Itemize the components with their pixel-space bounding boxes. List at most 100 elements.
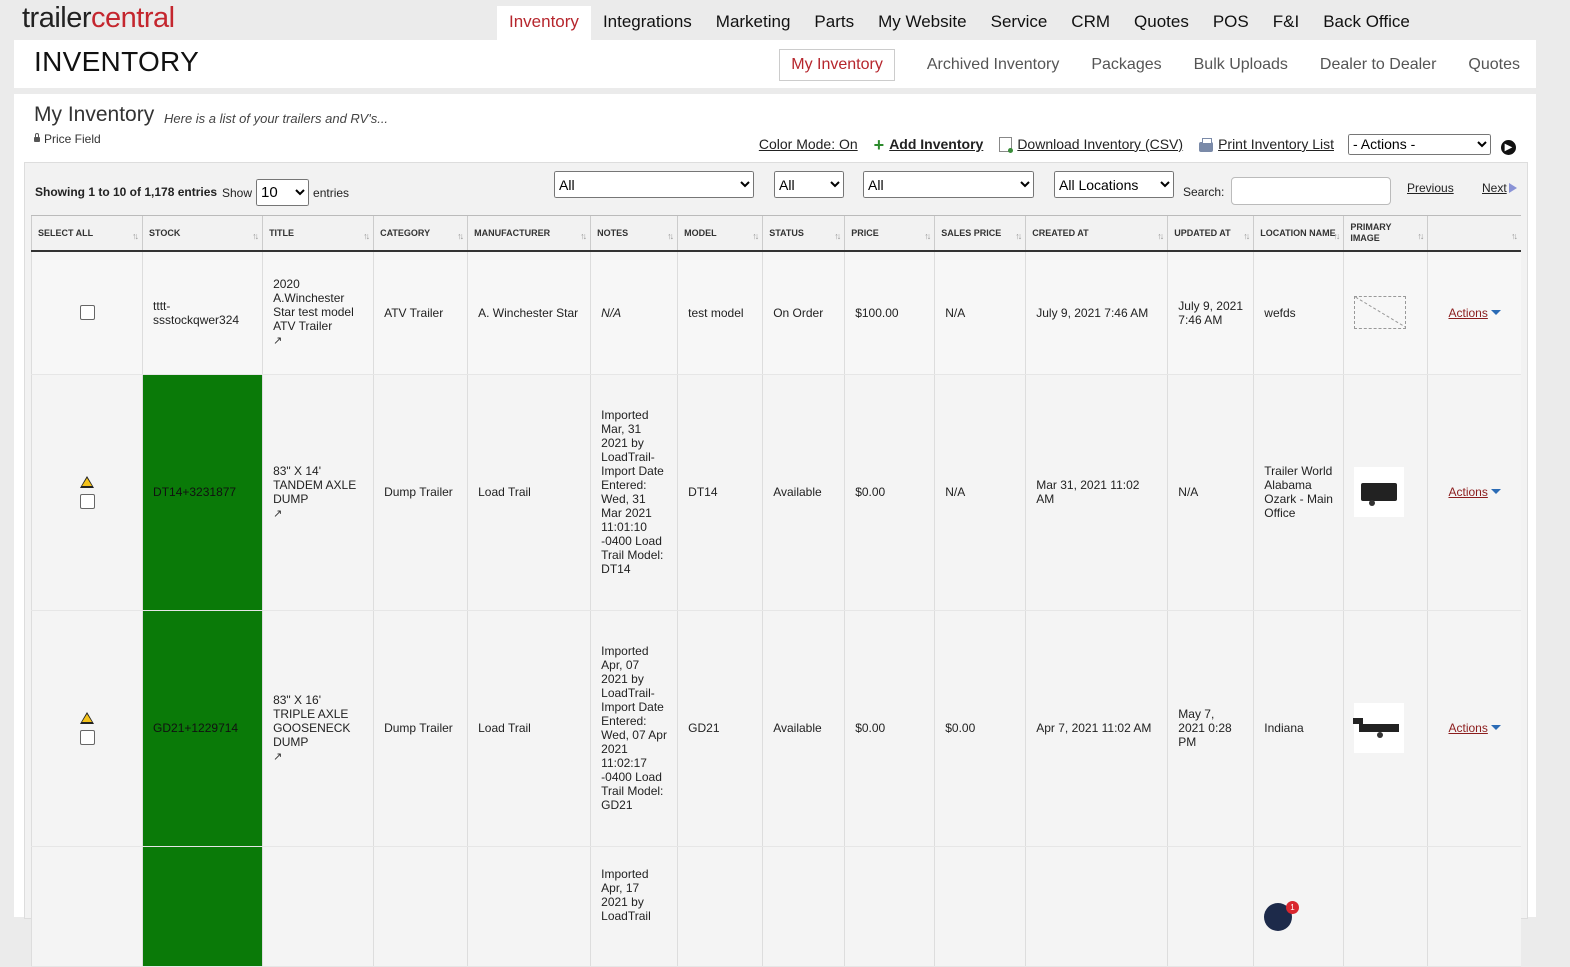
sub-nav-my-inventory[interactable]: My Inventory	[779, 49, 895, 81]
sort-icon: ↑↓	[667, 231, 674, 241]
column-header[interactable]: Location Name ↑↓	[1253, 215, 1344, 252]
row-actions-dropdown[interactable]: Actions	[1448, 721, 1501, 735]
previous-page-link[interactable]: Previous	[1407, 181, 1454, 195]
price-cell: $0.00	[844, 610, 935, 847]
updated-at-text: July 9, 2021 7:46 AM	[1178, 298, 1243, 327]
external-link-icon[interactable]: ↗	[273, 508, 282, 520]
column-header[interactable]: Sales Price ↑↓	[934, 215, 1026, 252]
table-row: tttt-ssstockqwer324 2020 A.Winchester Sta…	[30, 251, 1521, 375]
status-text: On Order	[773, 305, 824, 320]
column-header[interactable]: Title ↑↓	[262, 215, 374, 252]
inventory-table: Select All ↑↓ Stock ↑↓ Title ↑↓ Category ↑↓ Manu…	[30, 215, 1521, 967]
column-header[interactable]: Notes ↑↓	[590, 215, 678, 252]
add-inventory-button[interactable]: + Add Inventory	[873, 135, 984, 156]
select-cell	[30, 610, 143, 847]
dump-trailer-image	[1361, 483, 1398, 506]
main-nav-parts[interactable]: Parts	[802, 6, 866, 40]
sub-nav-dealer-to-dealer[interactable]: Dealer to Dealer	[1320, 50, 1437, 80]
manufacturer-cell: Load Trail	[467, 610, 591, 847]
next-arrow-icon	[1508, 183, 1517, 193]
add-inventory-label: Add Inventory	[889, 135, 984, 152]
main-nav-my-website[interactable]: My Website	[866, 6, 979, 40]
brand-logo[interactable]: trailercentral	[22, 2, 175, 35]
updated-at-cell: May 7, 2021 0:28 PM	[1167, 610, 1254, 847]
main-nav-f-i[interactable]: F&I	[1261, 6, 1311, 40]
manufacturer-cell	[467, 846, 591, 967]
created-at-text: Apr 7, 2021 11:02 AM	[1036, 721, 1152, 735]
search-input[interactable]	[1231, 177, 1391, 205]
filter-select-1[interactable]: All	[554, 171, 754, 198]
inventory-toolbar: Color Mode: On + Add Inventory Download I…	[743, 132, 1516, 156]
external-link-icon[interactable]: ↗	[273, 335, 282, 347]
main-nav-pos[interactable]: POS	[1201, 6, 1261, 40]
sub-nav-archived-inventory[interactable]: Archived Inventory	[927, 50, 1060, 80]
stock-number: GD21+1229714	[153, 721, 239, 735]
chat-widget[interactable]: 1	[1264, 901, 1299, 931]
price-text: $0.00	[855, 485, 886, 499]
color-mode-toggle[interactable]: Color Mode: On	[759, 136, 858, 152]
panel-title: My Inventory	[34, 103, 155, 126]
notes-cell: Imported Apr, 07 2021 by LoadTrail-Impor…	[590, 610, 678, 847]
sales-price-cell	[934, 846, 1026, 967]
sort-icon: ↑↓	[1417, 231, 1424, 241]
column-header[interactable]: Price ↑↓	[844, 215, 935, 252]
main-nav-service[interactable]: Service	[979, 6, 1060, 40]
title-cell: 83" X 16' TRIPLE AXLE GOOSENECK DUMP ↗	[262, 610, 374, 847]
inventory-table-wrapper: Showing 1 to 10 of 1,178 entries Show 10…	[24, 162, 1528, 967]
location-filter-select[interactable]: All Locations	[1054, 171, 1174, 198]
print-list-link[interactable]: Print Inventory List	[1199, 136, 1334, 153]
column-header[interactable]: Created At ↑↓	[1025, 215, 1168, 252]
column-header[interactable]: Manufacturer ↑↓	[467, 215, 591, 252]
column-header-label: Manufacturer	[474, 227, 551, 238]
main-nav-quotes[interactable]: Quotes	[1122, 6, 1201, 40]
updated-at-cell	[1167, 846, 1254, 967]
row-actions-dropdown[interactable]: Actions	[1448, 485, 1501, 499]
plus-icon: +	[873, 135, 885, 156]
main-nav: Inventory Integrations Marketing Parts My We…	[497, 6, 1422, 40]
gooseneck-trailer-image	[1353, 718, 1400, 738]
column-header-label: Updated At	[1174, 227, 1231, 238]
chevron-down-icon	[1490, 309, 1501, 315]
select-cell	[30, 374, 143, 611]
bulk-actions-select[interactable]: - Actions -	[1348, 133, 1491, 155]
main-nav-crm[interactable]: CRM	[1059, 6, 1122, 40]
location-cell: wefds	[1253, 251, 1344, 375]
sub-nav-quotes[interactable]: Quotes	[1468, 50, 1520, 80]
model-cell: DT14	[677, 374, 763, 611]
filter-select-3[interactable]: All	[863, 171, 1034, 198]
column-header[interactable]: Status ↑↓	[762, 215, 845, 252]
main-nav-integrations[interactable]: Integrations	[591, 6, 704, 40]
row-actions-dropdown[interactable]: Actions	[1448, 306, 1501, 320]
main-nav-back-office[interactable]: Back Office	[1311, 6, 1422, 40]
column-header[interactable]: Select All ↑↓	[30, 215, 143, 252]
primary-image-thumbnail[interactable]	[1353, 703, 1405, 753]
filter-select-2[interactable]: All	[774, 171, 844, 198]
column-header[interactable]: Model ↑↓	[677, 215, 763, 252]
category-text: ATV Trailer	[384, 305, 444, 320]
print-list-label: Print Inventory List	[1218, 136, 1334, 152]
sub-nav-packages[interactable]: Packages	[1091, 50, 1161, 80]
sub-nav-bulk-uploads[interactable]: Bulk Uploads	[1194, 50, 1288, 80]
row-select-checkbox[interactable]	[79, 729, 95, 745]
column-header[interactable]: Stock ↑↓	[142, 215, 263, 252]
row-select-checkbox[interactable]	[79, 305, 95, 321]
next-page-link[interactable]: Next	[1482, 181, 1517, 195]
manufacturer-cell: Load Trail	[467, 374, 591, 611]
column-header[interactable]: Updated At ↑↓	[1167, 215, 1254, 252]
primary-image-thumbnail[interactable]	[1354, 467, 1405, 517]
sales-price-text: $0.00	[945, 721, 976, 735]
download-csv-link[interactable]: Download Inventory (CSV)	[999, 136, 1183, 154]
row-select-checkbox[interactable]	[79, 493, 95, 509]
main-nav-marketing[interactable]: Marketing	[704, 6, 803, 40]
column-header[interactable]: ↑↓	[1427, 215, 1521, 252]
external-link-icon[interactable]: ↗	[273, 751, 282, 763]
price-field-toggle[interactable]: Price Field	[34, 132, 101, 146]
column-header[interactable]: Primary Image ↑↓	[1343, 215, 1428, 252]
main-nav-inventory[interactable]: Inventory	[497, 6, 591, 40]
created-at-cell: Apr 7, 2021 11:02 AM	[1025, 610, 1168, 847]
panel-subtitle: Here is a list of your trailers and RV's…	[164, 111, 389, 126]
updated-at-cell: N/A	[1167, 374, 1254, 611]
column-header[interactable]: Category ↑↓	[373, 215, 468, 252]
page-length-select[interactable]: 10	[256, 179, 310, 206]
go-arrow-icon[interactable]: ▶	[1501, 139, 1516, 155]
